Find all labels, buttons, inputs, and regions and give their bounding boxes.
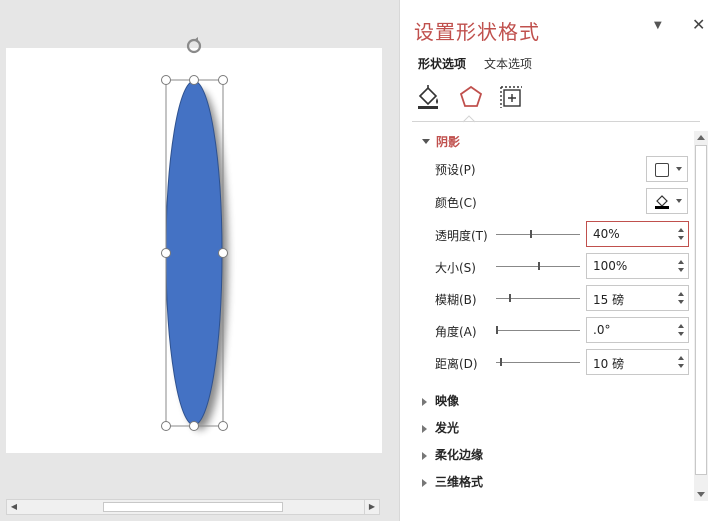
- effects-pentagon-icon[interactable]: [458, 84, 484, 110]
- ellipse-shape[interactable]: [165, 80, 223, 426]
- resize-handle-bottom-right[interactable]: [218, 421, 228, 431]
- distance-slider[interactable]: [496, 358, 580, 366]
- transparency-spinner[interactable]: 40%: [586, 221, 689, 247]
- spin-up-icon[interactable]: [678, 228, 684, 232]
- resize-handle-top[interactable]: [189, 75, 199, 85]
- spin-down-icon[interactable]: [678, 300, 684, 304]
- chevron-down-icon[interactable]: ▼: [654, 20, 662, 31]
- preset-dropdown[interactable]: [646, 156, 688, 182]
- size-slider-thumb[interactable]: [538, 262, 540, 270]
- transparency-value[interactable]: 40%: [593, 227, 620, 241]
- shadow-section-label: 阴影: [436, 135, 461, 149]
- blur-slider[interactable]: [496, 294, 580, 302]
- section-soft-edges[interactable]: 柔化边缘: [422, 446, 483, 463]
- distance-value[interactable]: 10 磅: [593, 355, 624, 372]
- active-category-pointer: [463, 115, 475, 123]
- resize-handle-bottom[interactable]: [189, 421, 199, 431]
- transparency-slider[interactable]: [496, 230, 580, 238]
- resize-handle-bottom-left[interactable]: [161, 421, 171, 431]
- resize-handle-top-right[interactable]: [218, 75, 228, 85]
- section-soft-edges-label: 柔化边缘: [435, 448, 484, 462]
- scroll-down-arrow[interactable]: [697, 492, 705, 497]
- section-reflection[interactable]: 映像: [422, 392, 459, 409]
- spin-down-icon[interactable]: [678, 332, 684, 336]
- horizontal-scrollbar[interactable]: ◀ ▶: [6, 499, 380, 515]
- spin-up-icon[interactable]: [678, 292, 684, 296]
- scroll-up-arrow[interactable]: [697, 135, 705, 140]
- section-glow[interactable]: 发光: [422, 419, 459, 436]
- section-3d-format[interactable]: 三维格式: [422, 473, 483, 490]
- shadow-section-header[interactable]: 阴影: [422, 133, 460, 150]
- collapse-triangle-icon: [422, 397, 427, 406]
- section-glow-label: 发光: [435, 421, 460, 435]
- slide-canvas-area: ◀ ▶: [0, 0, 398, 521]
- angle-label: 角度(A): [435, 325, 477, 339]
- spin-down-icon[interactable]: [678, 364, 684, 368]
- rotate-handle-icon[interactable]: [184, 36, 204, 56]
- resize-handle-left[interactable]: [161, 248, 171, 258]
- collapse-triangle-icon: [422, 424, 427, 433]
- scroll-left-arrow[interactable]: ◀: [7, 500, 21, 514]
- dropdown-caret-icon: [676, 199, 682, 203]
- close-icon[interactable]: ✕: [692, 15, 705, 34]
- angle-slider[interactable]: [496, 326, 580, 334]
- blur-spinner[interactable]: 15 磅: [586, 285, 689, 311]
- blur-value[interactable]: 15 磅: [593, 291, 624, 308]
- color-label: 颜色(C): [435, 196, 477, 210]
- section-3d-format-label: 三维格式: [435, 475, 484, 489]
- paint-bucket-icon: [655, 195, 669, 209]
- selected-shape-layer: [161, 75, 228, 431]
- scroll-right-arrow[interactable]: ▶: [364, 500, 379, 514]
- collapse-triangle-icon: [422, 451, 427, 460]
- angle-spinner[interactable]: .0°: [586, 317, 689, 343]
- dropdown-caret-icon: [676, 167, 682, 171]
- distance-spinner[interactable]: 10 磅: [586, 349, 689, 375]
- size-label: 大小(S): [435, 261, 476, 275]
- blur-label: 模糊(B): [435, 293, 477, 307]
- pane-divider: [412, 121, 700, 122]
- resize-handle-right[interactable]: [218, 248, 228, 258]
- distance-label: 距离(D): [435, 357, 478, 371]
- collapse-triangle-icon: [422, 478, 427, 487]
- fill-line-icon[interactable]: [416, 84, 442, 110]
- color-dropdown[interactable]: [646, 188, 688, 214]
- size-slider[interactable]: [496, 262, 580, 270]
- section-reflection-label: 映像: [435, 394, 460, 408]
- angle-slider-thumb[interactable]: [496, 326, 498, 334]
- pane-title: 设置形状格式: [414, 20, 540, 44]
- format-shape-pane: 设置形状格式 ▼ ✕ 形状选项 文本选项 阴影 预设(P) 颜色(C) 透明度(…: [399, 0, 713, 521]
- blur-slider-thumb[interactable]: [509, 294, 511, 302]
- preset-swatch-icon: [655, 163, 669, 177]
- tab-shape-options[interactable]: 形状选项: [418, 55, 466, 72]
- expand-triangle-icon: [422, 139, 430, 144]
- pane-vertical-scrollbar[interactable]: [694, 131, 708, 501]
- tab-text-options[interactable]: 文本选项: [484, 55, 532, 72]
- resize-handle-top-left[interactable]: [161, 75, 171, 85]
- preset-label: 预设(P): [435, 163, 476, 177]
- spin-down-icon[interactable]: [678, 268, 684, 272]
- spin-up-icon[interactable]: [678, 260, 684, 264]
- spin-up-icon[interactable]: [678, 356, 684, 360]
- size-value[interactable]: 100%: [593, 259, 627, 273]
- spin-up-icon[interactable]: [678, 324, 684, 328]
- distance-slider-thumb[interactable]: [500, 358, 502, 366]
- transparency-slider-thumb[interactable]: [530, 230, 532, 238]
- transparency-label: 透明度(T): [435, 229, 488, 243]
- scroll-thumb[interactable]: [103, 502, 283, 512]
- size-spinner[interactable]: 100%: [586, 253, 689, 279]
- pane-scroll-thumb[interactable]: [695, 145, 707, 475]
- angle-value[interactable]: .0°: [593, 323, 610, 337]
- spin-down-icon[interactable]: [678, 236, 684, 240]
- size-properties-icon[interactable]: [498, 84, 524, 110]
